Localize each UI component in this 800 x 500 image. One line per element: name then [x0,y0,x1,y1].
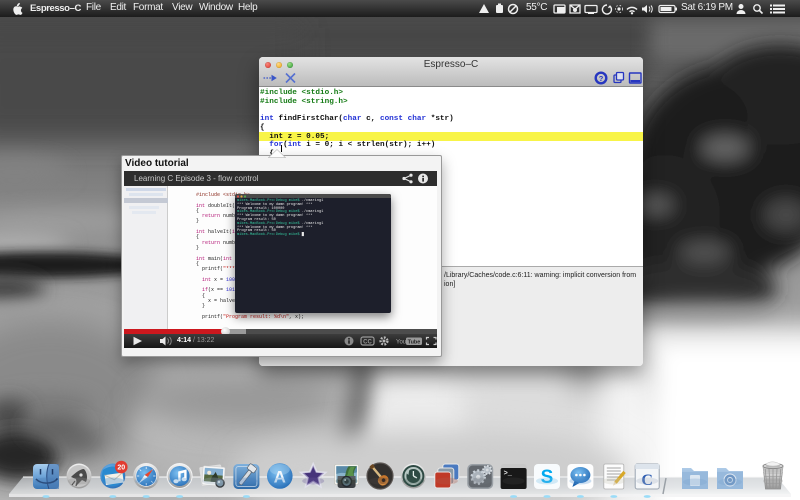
svg-text:CC: CC [363,340,372,346]
svg-text:>_: >_ [504,470,513,478]
svg-text:You: You [396,340,406,346]
svg-text:?: ? [599,74,604,83]
svg-text:Tube: Tube [408,339,421,345]
svg-text:20: 20 [117,465,125,472]
